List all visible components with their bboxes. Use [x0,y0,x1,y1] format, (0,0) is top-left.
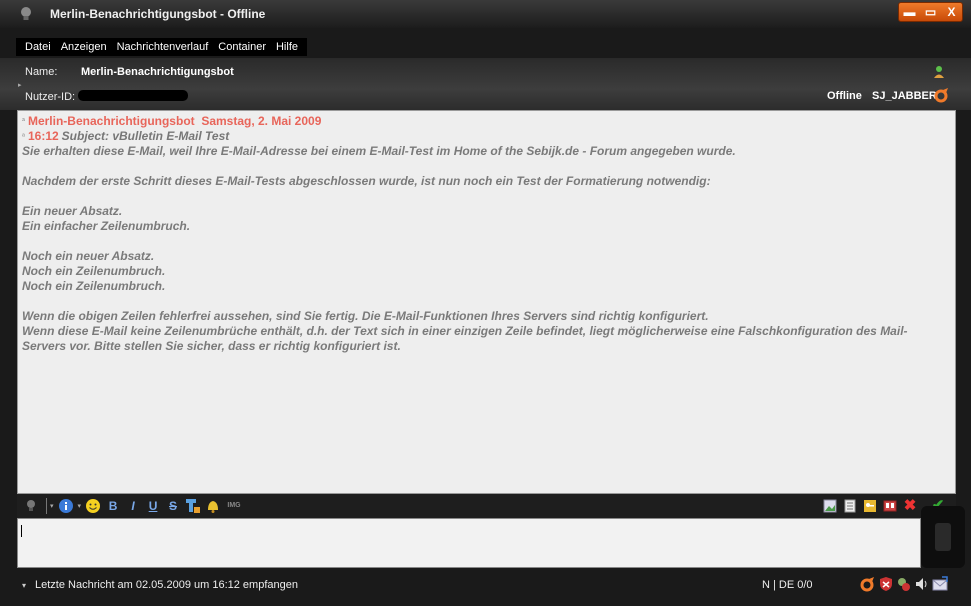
account-name: SJ_JABBER [872,90,937,102]
bullet-icon: ª [22,132,25,141]
contact-card-icon[interactable] [882,498,898,514]
menu-datei[interactable]: Datei [20,38,56,56]
status-bar: ▾ Letzte Nachricht am 02.05.2009 um 16:1… [0,572,971,598]
menu-hilfe[interactable]: Hilfe [271,38,303,56]
separator [46,498,47,514]
menu-bar: Datei Anzeigen Nachrichtenverlauf Contai… [16,38,307,56]
picture-icon[interactable] [822,498,838,514]
text-caret [21,525,22,537]
message-line [22,189,951,204]
contact-name: Merlin-Benachrichtigungsbot [81,66,234,78]
message-body: Sie erhalten diese E-Mail, weil Ihre E-M… [22,144,951,354]
message-line: Nachdem der erste Schritt dieses E-Mail-… [22,174,711,188]
speaker-icon[interactable] [914,576,930,592]
shield-icon[interactable] [878,576,894,592]
jabber-icon[interactable] [860,576,876,592]
document-icon[interactable] [842,498,858,514]
encryption-icon[interactable] [896,576,912,592]
bold-button[interactable]: B [105,498,121,514]
language-indicator[interactable]: N | DE 0/0 [762,579,813,591]
contact-info-bar: Name: Merlin-Benachrichtigungsbot ▸ Nutz… [0,58,971,110]
message-line: Wenn diese E-Mail keine Zeilenumbrüche e… [22,324,908,353]
chevron-down-icon[interactable]: ▾ [78,502,82,510]
expand-arrow-icon[interactable]: ▸ [18,81,22,89]
title-bar: Merlin-Benachrichtigungsbot - Offline ▬ … [0,0,971,28]
userid-label: Nutzer-ID: [25,91,76,103]
contact-person-icon[interactable] [933,65,945,79]
strikethrough-button[interactable]: S [165,498,181,514]
message-subline: ª 16:12 Subject: vBulletin E-Mail Test [22,129,951,144]
message-line [22,294,951,309]
smiley-icon[interactable] [85,498,101,514]
info-icon[interactable] [58,498,74,514]
italic-button[interactable]: I [125,498,141,514]
key-icon[interactable] [862,498,878,514]
message-history[interactable]: ª Merlin-Benachrichtigungsbot Samstag, 2.… [17,110,956,494]
close-button[interactable]: X [941,3,962,21]
message-line [22,234,951,249]
message-line: Wenn die obigen Zeilen fehlerfrei ausseh… [22,309,709,323]
send-icon [935,523,951,551]
redacted-userid [78,90,188,101]
close-icon[interactable]: ✖ [902,498,918,514]
menu-nachrichtenverlauf[interactable]: Nachrichtenverlauf [112,38,214,56]
chevron-down-icon[interactable]: ▾ [22,581,26,590]
message-line: Ein einfacher Zeilenumbruch. [22,219,191,233]
maximize-button[interactable]: ▭ [920,3,941,21]
underline-button[interactable]: U [145,498,161,514]
message-line [22,159,951,174]
bell-icon[interactable] [205,498,221,514]
message-line: Ein neuer Absatz. [22,204,123,218]
contact-status: Offline [827,90,862,102]
menu-container[interactable]: Container [213,38,271,56]
email-icon[interactable] [932,576,948,592]
message-sender: Merlin-Benachrichtigungsbot [27,114,195,128]
insert-image-button[interactable]: IMG [225,498,243,514]
menu-anzeigen[interactable]: Anzeigen [56,38,112,56]
window-controls: ▬ ▭ X [898,2,963,22]
bullet-icon: ª [22,117,25,126]
message-line: Noch ein Zeilenumbruch. [22,264,166,278]
message-line: Noch ein Zeilenumbruch. [22,279,166,293]
message-date: Samstag, 2. Mai 2009 [201,114,322,128]
text-color-icon[interactable] [185,498,201,514]
send-button[interactable] [921,506,965,568]
last-message-status: Letzte Nachricht am 02.05.2009 um 16:12 … [35,579,298,591]
message-input[interactable] [17,518,921,568]
jabber-icon [934,87,950,103]
minimize-button[interactable]: ▬ [899,3,920,21]
message-subject: Subject: vBulletin E-Mail Test [61,129,230,143]
lightbulb-icon[interactable] [23,498,39,514]
window-title: Merlin-Benachrichtigungsbot - Offline [50,7,266,21]
lightbulb-icon [20,6,34,22]
status-icon-group [860,576,950,592]
message-time: 16:12 [27,129,59,143]
message-line: Sie erhalten diese E-Mail, weil Ihre E-M… [22,144,736,158]
format-toolbar: ▾ ▾ B I U S IMG ✖ ✔ [17,494,956,518]
message-line: Noch ein neuer Absatz. [22,249,155,263]
chevron-down-icon[interactable]: ▾ [50,502,54,510]
message-header: ª Merlin-Benachrichtigungsbot Samstag, 2.… [22,114,951,129]
name-label: Name: [25,66,58,78]
